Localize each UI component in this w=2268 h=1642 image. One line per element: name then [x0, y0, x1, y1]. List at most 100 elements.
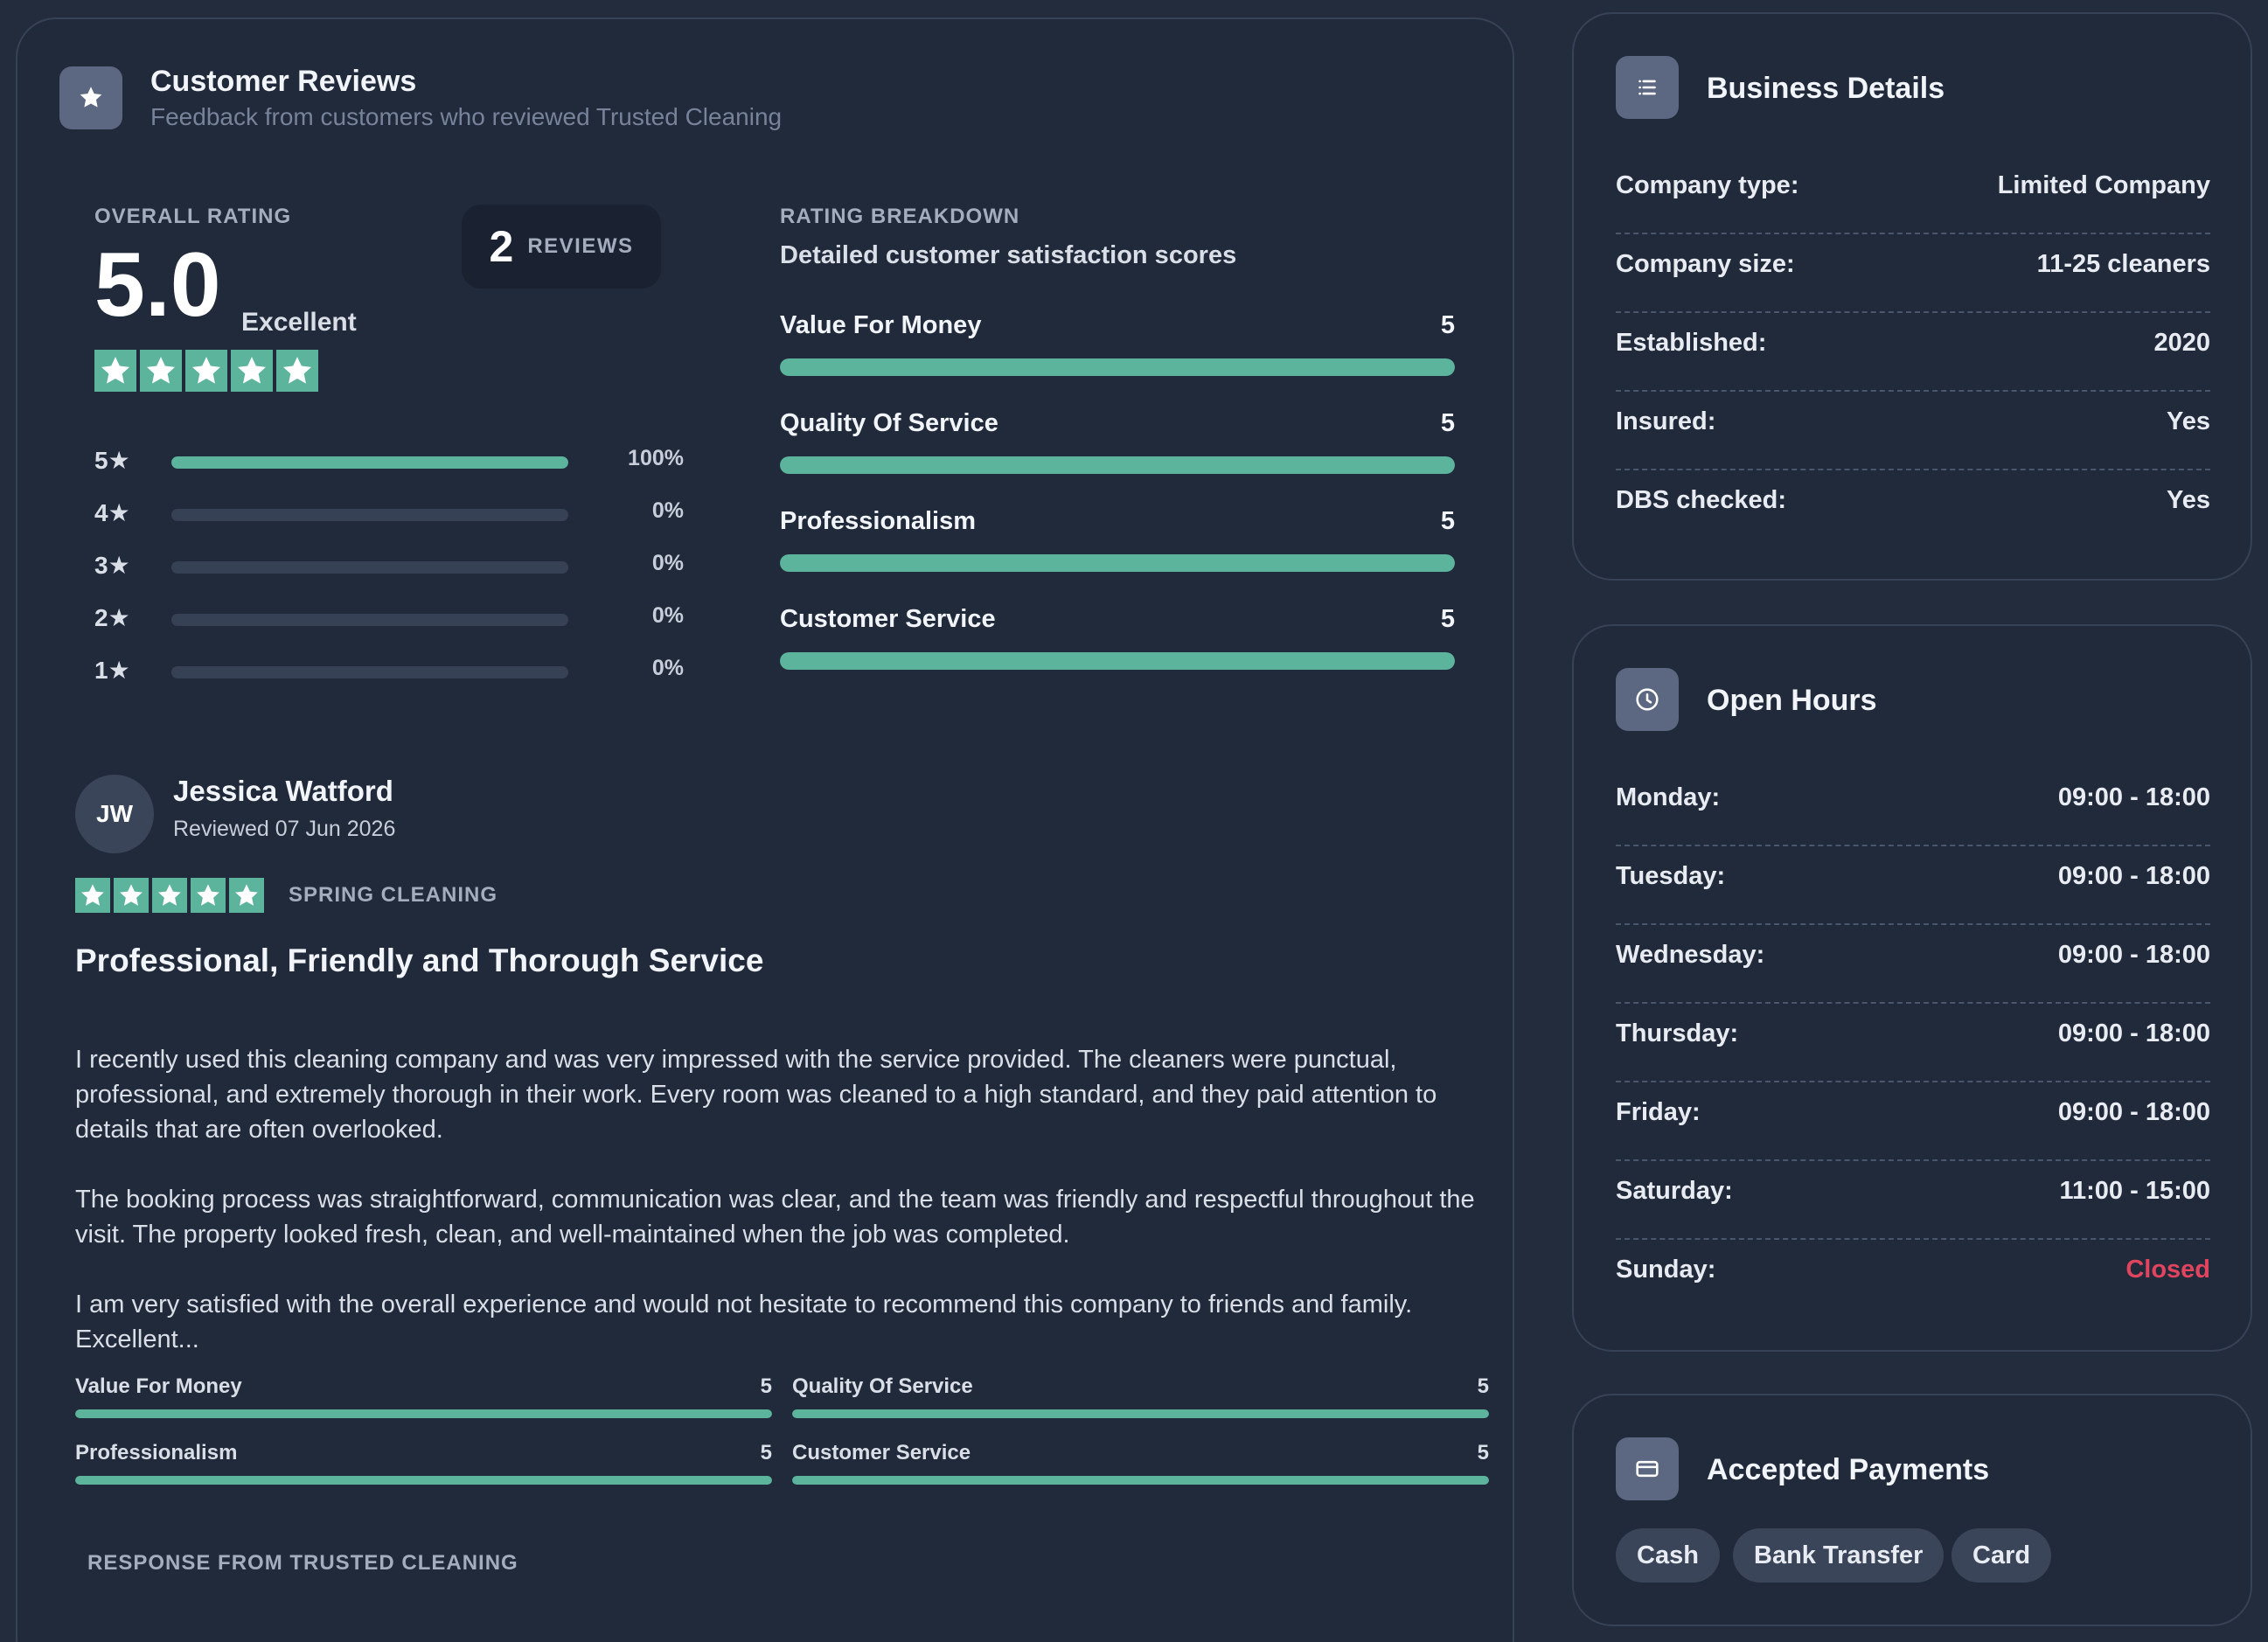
- detail-row: Friday: 09:00 - 18:00: [1616, 1082, 2210, 1161]
- distribution-star-label: 4★: [94, 499, 130, 526]
- review-count: 2: [489, 222, 514, 271]
- payment-chip-bank-transfer: Bank Transfer: [1733, 1528, 1944, 1583]
- detail-label: Friday:: [1616, 1098, 1701, 1126]
- detail-value: 09:00 - 18:00: [2057, 941, 2210, 969]
- star-icon: [114, 878, 149, 913]
- rating-breakdown-label: RATING BREAKDOWN: [780, 205, 1020, 228]
- breakdown-name: Value For Money: [780, 311, 982, 339]
- detail-value: 09:00 - 18:00: [2057, 1019, 2210, 1047]
- review-count-label: REVIEWS: [527, 234, 634, 258]
- overall-score: 5.0: [94, 234, 221, 336]
- detail-value: 11:00 - 15:00: [2059, 1177, 2210, 1205]
- distribution-star-label: 3★: [94, 552, 130, 579]
- review-score-fill: [75, 1476, 772, 1485]
- accepted-payments-title: Accepted Payments: [1707, 1453, 1990, 1486]
- distribution-percent: 0%: [651, 498, 684, 523]
- business-response-label: RESPONSE FROM TRUSTED CLEANING: [87, 1551, 518, 1575]
- breakdown-name: Professionalism: [780, 507, 977, 535]
- review-score-name: Value For Money: [75, 1374, 242, 1398]
- review-score-name: Quality Of Service: [792, 1374, 973, 1398]
- detail-label: Tuesday:: [1616, 862, 1726, 890]
- open-hours-title: Open Hours: [1707, 684, 1877, 717]
- breakdown-name: Customer Service: [780, 605, 996, 633]
- detail-row: Company size: 11-25 cleaners: [1616, 234, 2210, 313]
- distribution-row: 4★ 0%: [94, 495, 684, 530]
- detail-label: Saturday:: [1616, 1177, 1733, 1205]
- detail-value: 09:00 - 18:00: [2057, 862, 2210, 890]
- distribution-percent: 0%: [651, 656, 684, 680]
- review-score-fill: [792, 1409, 1489, 1418]
- star-icon: [231, 350, 273, 392]
- accepted-payments-card: Accepted Payments Cash Bank Transfer Car…: [1572, 1394, 2252, 1626]
- detail-value: 09:00 - 18:00: [2057, 1098, 2210, 1126]
- detail-value: 2020: [2153, 329, 2210, 357]
- reviewer-name: Jessica Watford: [173, 775, 393, 807]
- distribution-bar-track: [171, 561, 568, 574]
- detail-label: Company type:: [1616, 171, 1799, 199]
- review-score-fill: [75, 1409, 772, 1418]
- detail-row: Company type: Limited Company: [1616, 156, 2210, 234]
- detail-row: Saturday: 11:00 - 15:00: [1616, 1161, 2210, 1240]
- detail-row: Monday: 09:00 - 18:00: [1616, 768, 2210, 846]
- detail-label: Thursday:: [1616, 1019, 1739, 1047]
- review-score-track: [792, 1476, 1489, 1485]
- service-tag: SPRING CLEANING: [289, 883, 498, 907]
- review-title: Professional, Friendly and Thorough Serv…: [75, 943, 764, 978]
- review-score-value: 5: [1477, 1441, 1489, 1465]
- detail-row: Insured: Yes: [1616, 392, 2210, 470]
- star-icon: [229, 878, 264, 913]
- distribution-bar-track: [171, 509, 568, 521]
- detail-label: Established:: [1616, 329, 1767, 357]
- detail-row: Established: 2020: [1616, 313, 2210, 392]
- breakdown-bar-track: [780, 554, 1455, 572]
- distribution-percent: 0%: [651, 603, 684, 628]
- review-score-name: Professionalism: [75, 1441, 238, 1465]
- breakdown-value: 5: [1440, 507, 1455, 535]
- distribution-row: 1★ 0%: [94, 652, 684, 687]
- distribution-star-label: 1★: [94, 657, 130, 684]
- review-body: I recently used this cleaning company an…: [75, 1042, 1492, 1392]
- detail-value: Yes: [2167, 486, 2210, 514]
- detail-label: Company size:: [1616, 250, 1795, 278]
- detail-value: Closed: [2125, 1256, 2210, 1284]
- detail-label: Sunday:: [1616, 1256, 1716, 1284]
- review-score-track: [75, 1476, 772, 1485]
- payment-chip-cash: Cash: [1616, 1528, 1720, 1583]
- breakdown-bar-fill: [780, 456, 1455, 474]
- business-details-card: Business Details Company type: Limited Co…: [1572, 12, 2252, 581]
- review-count-badge: 2 REVIEWS: [462, 205, 661, 289]
- distribution-row: 2★ 0%: [94, 600, 684, 635]
- distribution-star-label: 5★: [94, 447, 130, 474]
- review-score-value: 5: [760, 1441, 772, 1465]
- breakdown-bar-fill: [780, 652, 1455, 670]
- detail-value: Limited Company: [1997, 171, 2210, 199]
- customer-reviews-card: Customer Reviews Feedback from customers…: [16, 17, 1514, 1642]
- detail-label: DBS checked:: [1616, 486, 1787, 514]
- detail-row: Wednesday: 09:00 - 18:00: [1616, 925, 2210, 1004]
- detail-row: Thursday: 09:00 - 18:00: [1616, 1004, 2210, 1082]
- detail-row: Sunday: Closed: [1616, 1240, 2210, 1318]
- overall-rating-label: OVERALL RATING: [94, 205, 292, 228]
- avatar: JW: [75, 775, 154, 853]
- review-date: Reviewed 07 Jun 2026: [173, 817, 396, 841]
- star-icon: [152, 878, 187, 913]
- breakdown-bar-track: [780, 652, 1455, 670]
- breakdown-bar-track: [780, 358, 1455, 376]
- credit-card-icon: [1616, 1437, 1679, 1500]
- detail-label: Monday:: [1616, 783, 1721, 811]
- breakdown-value: 5: [1440, 605, 1455, 633]
- review-stars: [75, 878, 264, 913]
- distribution-row: 3★ 0%: [94, 547, 684, 582]
- star-icon: [276, 350, 318, 392]
- distribution-row: 5★ 100%: [94, 442, 684, 477]
- review-paragraph: I recently used this cleaning company an…: [75, 1046, 1437, 1144]
- review-score-fill: [792, 1476, 1489, 1485]
- overall-word: Excellent: [241, 308, 357, 337]
- star-icon: [185, 350, 227, 392]
- star-icon: [140, 350, 182, 392]
- detail-value: Yes: [2167, 407, 2210, 435]
- detail-value: 11-25 cleaners: [2036, 250, 2210, 278]
- detail-label: Insured:: [1616, 407, 1716, 435]
- review-score-name: Customer Service: [792, 1441, 971, 1465]
- open-hours-card: Open Hours Monday: 09:00 - 18:00 Tuesday: 0…: [1572, 624, 2252, 1352]
